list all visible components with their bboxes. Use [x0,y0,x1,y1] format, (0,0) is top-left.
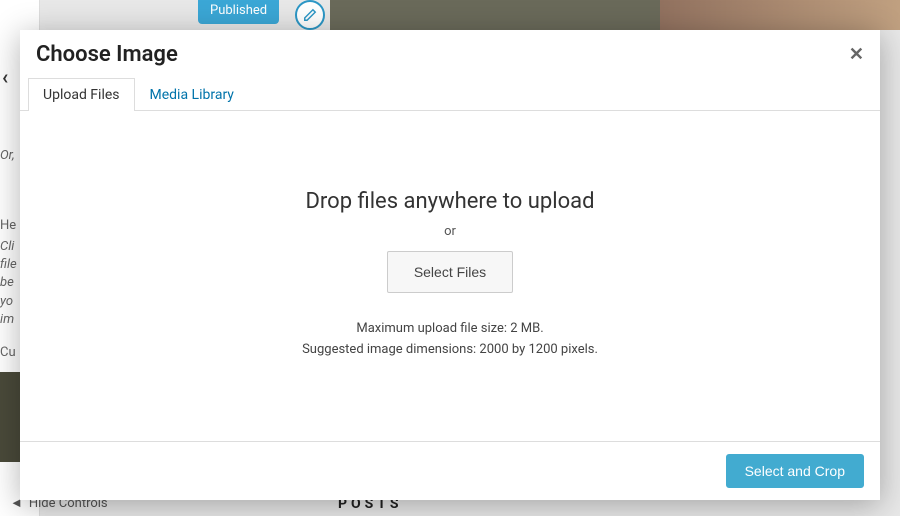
modal-title: Choose Image [36,42,864,67]
suggested-dimensions: Suggested image dimensions: 2000 by 1200… [302,342,598,357]
upload-panel: Drop files anywhere to upload or Select … [20,111,880,441]
select-files-button[interactable]: Select Files [387,251,513,293]
bg-current-label: Cu [0,344,16,362]
tab-upload-files[interactable]: Upload Files [28,78,135,111]
bg-description: Cli file be yo im [0,238,17,329]
tab-media-library[interactable]: Media Library [135,78,249,111]
drop-heading: Drop files anywhere to upload [305,189,594,214]
close-icon[interactable]: ✕ [849,44,864,65]
select-and-crop-button[interactable]: Select and Crop [726,454,864,488]
bg-photo-right [620,0,900,30]
bg-photo-mid [330,0,660,30]
modal-header: Choose Image ✕ [20,30,880,77]
bg-header-label: He [0,217,16,235]
bg-or-text: Or, [0,147,15,165]
modal-footer: Select and Crop [20,441,880,500]
published-badge: Published [198,0,279,24]
chevron-left-icon: ‹ [2,65,8,89]
max-upload-size: Maximum upload file size: 2 MB. [356,321,543,336]
modal-tabs: Upload Files Media Library [20,77,880,111]
or-text: or [444,224,456,239]
choose-image-modal: Choose Image ✕ Upload Files Media Librar… [20,30,880,500]
edit-icon [295,0,325,30]
